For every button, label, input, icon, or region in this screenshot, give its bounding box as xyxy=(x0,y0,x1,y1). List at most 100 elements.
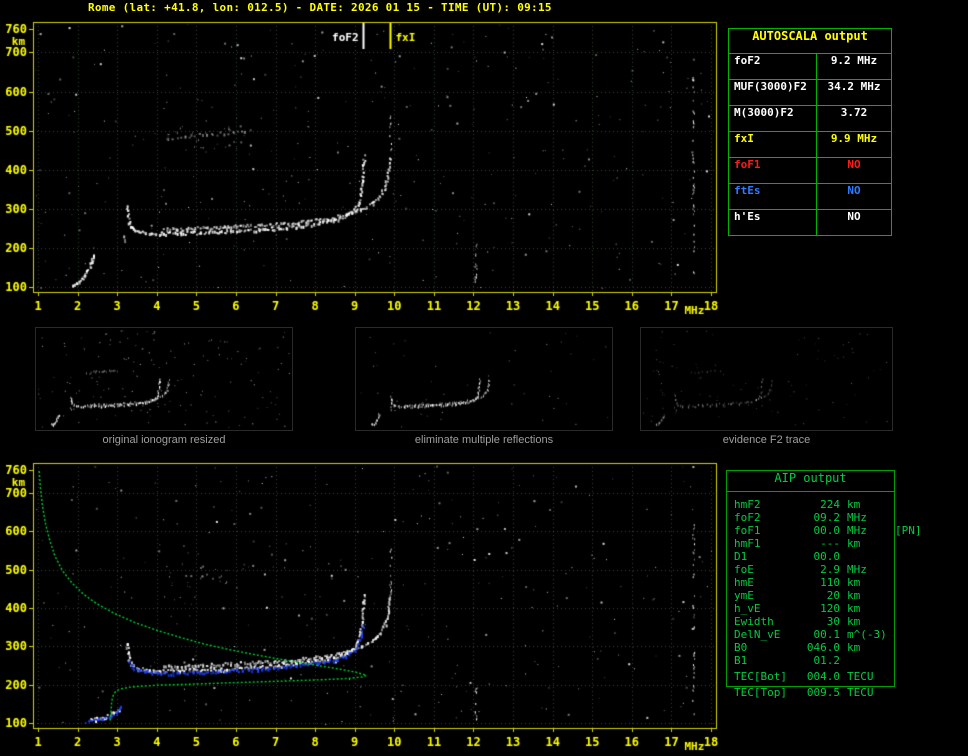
aip-param-label: B0 xyxy=(734,641,748,654)
aip-row-fof1: foF1 00.0 MHz [PN] xyxy=(727,524,922,537)
aip-param-extra xyxy=(890,670,895,683)
thumbnail-evidence-f2: evidence F2 trace xyxy=(640,327,893,446)
page-title: Rome (lat: +41.8, lon: 012.5) - DATE: 20… xyxy=(88,1,552,14)
thumbnail-caption-eliminate: eliminate multiple reflections xyxy=(414,434,554,446)
autoscala-row-fxi: fxI 9.9 MHz xyxy=(729,132,891,158)
aip-param-label: B1 xyxy=(734,654,748,667)
aip-panel-title: AIP output xyxy=(727,471,894,492)
aip-param-label: hmE xyxy=(734,576,754,589)
aip-param-value: 20 xyxy=(826,589,840,602)
aip-param-value: 120 xyxy=(820,602,840,615)
aip-param-extra xyxy=(890,615,895,628)
aip-param-extra xyxy=(890,602,895,615)
aip-param-value: 2.9 xyxy=(820,563,840,576)
aip-row-tec-bot-: TEC[Bot] 004.0 TECU xyxy=(727,670,894,683)
aip-row-ewidth: Ewidth 30 km xyxy=(727,615,894,628)
aip-param-value: 00.1 xyxy=(813,628,841,641)
aip-param-value: 004.0 xyxy=(806,670,840,683)
bottom-ionogram-chart xyxy=(0,455,730,756)
aip-param-extra xyxy=(890,628,895,641)
autoscala-row-fof2: foF2 9.2 MHz xyxy=(729,54,891,80)
aip-param-label: foF2 xyxy=(734,511,761,524)
aip-row-h-ve: h_vE 120 km xyxy=(727,602,894,615)
aip-row-fof2: foF2 09.2 MHz xyxy=(727,511,894,524)
autoscala-row-ftes: ftEs NO xyxy=(729,184,891,210)
autoscala-output-panel: AUTOSCALA output foF2 9.2 MHz MUF(3000)F2 3… xyxy=(728,28,892,236)
aip-param-value: 110 xyxy=(820,576,840,589)
thumbnail-original-ionogram: original ionogram resized xyxy=(35,327,293,446)
aip-row-foe: foE 2.9 MHz xyxy=(727,563,894,576)
aip-param-label: TEC[Bot] xyxy=(734,670,787,683)
aip-param-unit: km xyxy=(847,615,861,628)
autoscala-app: Rome (lat: +41.8, lon: 012.5) - DATE: 20… xyxy=(0,0,968,756)
aip-param-unit: km xyxy=(847,576,861,589)
aip-param-unit: MHz xyxy=(847,511,867,524)
aip-param-unit: km xyxy=(847,537,861,550)
autoscala-param-label: MUF(3000)F2 xyxy=(729,80,817,105)
aip-param-value: 00.0 xyxy=(813,524,841,537)
autoscala-param-value: 9.9 MHz xyxy=(830,132,878,145)
aip-param-label: DelN_vE xyxy=(734,628,781,641)
aip-param-extra: [PN] xyxy=(895,524,922,537)
aip-param-label: TEC[Top] xyxy=(734,686,787,699)
autoscala-param-label: M(3000)F2 xyxy=(729,106,817,131)
aip-param-label: foE xyxy=(734,563,754,576)
autoscala-panel-title: AUTOSCALA output xyxy=(729,29,891,54)
aip-param-value: 009.5 xyxy=(806,686,840,699)
aip-param-label: Ewidth xyxy=(734,615,774,628)
thumbnail-eliminate-reflections: eliminate multiple reflections xyxy=(355,327,613,446)
aip-row-hmf2: hmF2 224 km xyxy=(727,498,894,511)
aip-param-extra xyxy=(890,498,895,511)
aip-param-label: D1 xyxy=(734,550,748,563)
aip-param-label: foF1 xyxy=(734,524,761,537)
autoscala-row-fof1: foF1 NO xyxy=(729,158,891,184)
aip-param-unit xyxy=(840,550,890,563)
aip-param-unit: m^(-3) xyxy=(847,628,887,641)
thumbnail-caption-evidence: evidence F2 trace xyxy=(722,434,811,446)
autoscala-row-muf3000f2: MUF(3000)F2 34.2 MHz xyxy=(729,80,891,106)
aip-param-label: hmF2 xyxy=(734,498,761,511)
aip-param-extra xyxy=(890,686,895,699)
autoscala-param-value: NO xyxy=(847,158,861,171)
autoscala-row-hes: h'Es NO xyxy=(729,210,891,235)
aip-param-label: h_vE xyxy=(734,602,761,615)
aip-row-b0: B0 046.0 km xyxy=(727,641,894,654)
aip-param-extra xyxy=(890,576,895,589)
aip-param-value: 01.2 xyxy=(813,654,841,667)
aip-param-extra xyxy=(890,537,895,550)
thumbnail-original-ionogram-image xyxy=(35,327,293,431)
autoscala-param-label: foF2 xyxy=(729,54,817,79)
aip-param-unit: TECU xyxy=(847,686,874,699)
aip-row-hmf1: hmF1 --- km xyxy=(727,537,894,550)
autoscala-param-value: 9.2 MHz xyxy=(830,54,878,67)
thumbnail-eliminate-reflections-image xyxy=(355,327,613,431)
autoscala-param-label: h'Es xyxy=(729,210,817,235)
aip-param-label: hmF1 xyxy=(734,537,761,550)
aip-param-extra xyxy=(890,550,895,563)
aip-param-value: 046.0 xyxy=(806,641,840,654)
aip-param-unit: TECU xyxy=(847,670,874,683)
aip-param-unit: km xyxy=(847,589,861,602)
aip-param-value: --- xyxy=(820,537,840,550)
aip-param-value: 224 xyxy=(820,498,840,511)
aip-row-deln-ve: DelN_vE 00.1 m^(-3) xyxy=(727,628,894,641)
aip-param-unit: km xyxy=(847,498,861,511)
aip-param-value: 09.2 xyxy=(813,511,841,524)
aip-param-unit: km xyxy=(847,641,861,654)
autoscala-param-label: fxI xyxy=(729,132,817,157)
autoscala-row-m3000f2: M(3000)F2 3.72 xyxy=(729,106,891,132)
aip-rows: hmF2 224 km foF2 09.2 MHz foF1 00.0 MHz [PN] hmF1 -… xyxy=(727,492,922,686)
tec-top-row: TEC[Top] 009.5 TECU xyxy=(727,686,894,699)
aip-output-panel: AIP output hmF2 224 km foF2 09.2 MHz foF1 00.0 M… xyxy=(726,470,922,687)
thumbnail-caption-original: original ionogram resized xyxy=(102,434,226,446)
aip-param-extra xyxy=(890,589,895,602)
top-ionogram-chart xyxy=(0,14,730,320)
autoscala-param-value: NO xyxy=(847,210,861,223)
aip-param-extra xyxy=(890,511,895,524)
aip-param-unit: km xyxy=(847,602,861,615)
aip-row-b1: B1 01.2 xyxy=(727,654,894,667)
aip-row-hme: hmE 110 km xyxy=(727,576,894,589)
aip-param-unit xyxy=(840,654,890,667)
autoscala-rows: foF2 9.2 MHz MUF(3000)F2 34.2 MHz M(3000)F2 3… xyxy=(729,54,891,235)
aip-param-unit: MHz xyxy=(847,524,867,537)
